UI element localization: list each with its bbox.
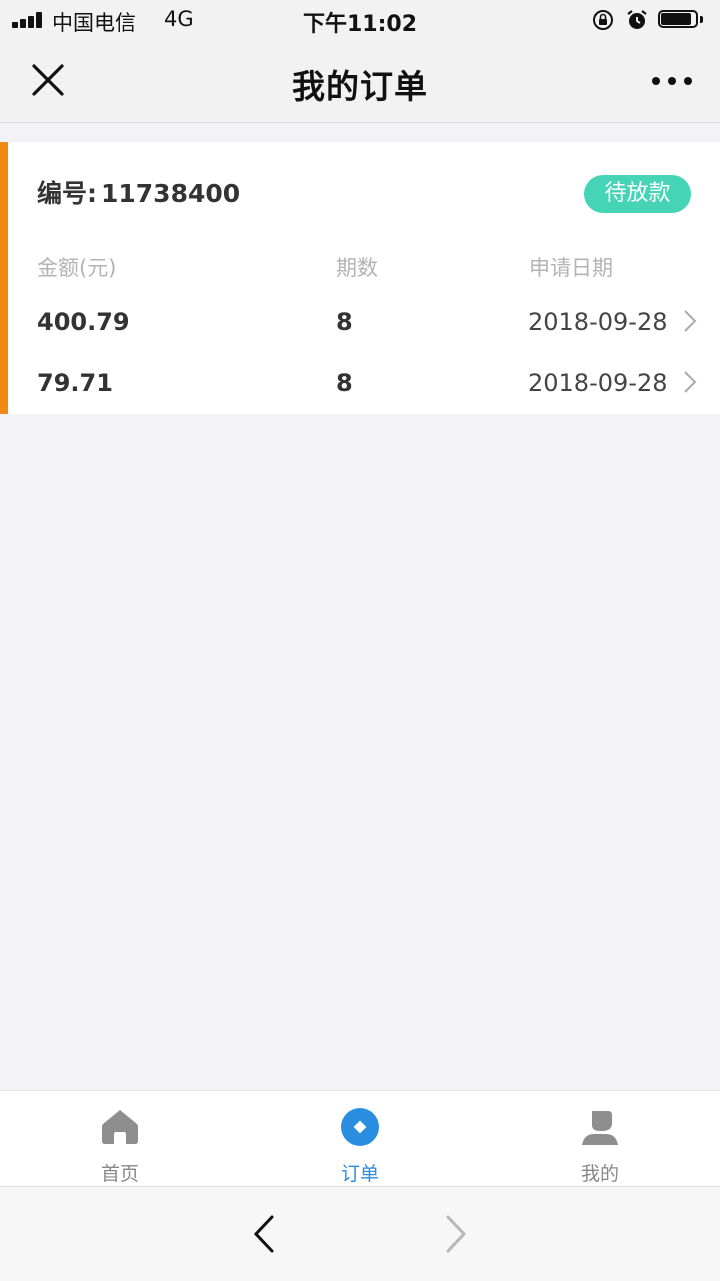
tab-orders[interactable]: 订单 [240, 1091, 480, 1187]
column-header-periods: 期数 [336, 256, 378, 280]
tab-home[interactable]: 首页 [0, 1091, 240, 1187]
row-amount: 79.71 [37, 369, 113, 397]
chevron-right-icon[interactable] [682, 308, 698, 334]
forward-arrow-icon [446, 1215, 467, 1253]
page-title: 我的订单 [292, 67, 428, 106]
status-badge: 待放款 [584, 175, 691, 213]
battery-icon [658, 10, 704, 30]
browser-toolbar [0, 1186, 720, 1281]
tab-profile[interactable]: 我的 [480, 1091, 720, 1187]
order-card[interactable]: 编号: 11738400 待放款 金额(元) 期数 申请日期 400.79 8 2… [0, 142, 720, 414]
order-number-label: 编号: [37, 179, 97, 208]
row-date: 2018-09-28 [528, 308, 668, 336]
row-date: 2018-09-28 [528, 369, 668, 397]
order-icon [341, 1108, 379, 1146]
nav-bar: 我的订单 [0, 40, 720, 123]
order-number: 编号: 11738400 [37, 174, 240, 210]
home-icon [102, 1110, 138, 1144]
tab-label-profile: 我的 [580, 1163, 619, 1185]
status-bar: 中国电信 4G 下午11:02 [0, 0, 720, 40]
order-accent-bar [0, 142, 8, 414]
tab-label-orders: 订单 [340, 1163, 379, 1185]
more-options-icon[interactable] [644, 66, 700, 96]
tab-bar: 首页 订单 我的 [0, 1090, 720, 1187]
tab-label-home: 首页 [100, 1163, 139, 1185]
chevron-right-icon[interactable] [682, 369, 698, 395]
column-header-amount: 金额(元) [37, 256, 117, 280]
column-header-date: 申请日期 [529, 256, 613, 280]
row-amount: 400.79 [37, 308, 130, 336]
row-periods: 8 [336, 369, 353, 397]
alarm-icon [627, 10, 647, 29]
order-number-value: 11738400 [101, 179, 241, 208]
back-arrow-icon[interactable] [250, 1213, 280, 1255]
rotation-lock-icon [593, 10, 613, 30]
row-periods: 8 [336, 308, 353, 336]
profile-icon [582, 1111, 618, 1145]
